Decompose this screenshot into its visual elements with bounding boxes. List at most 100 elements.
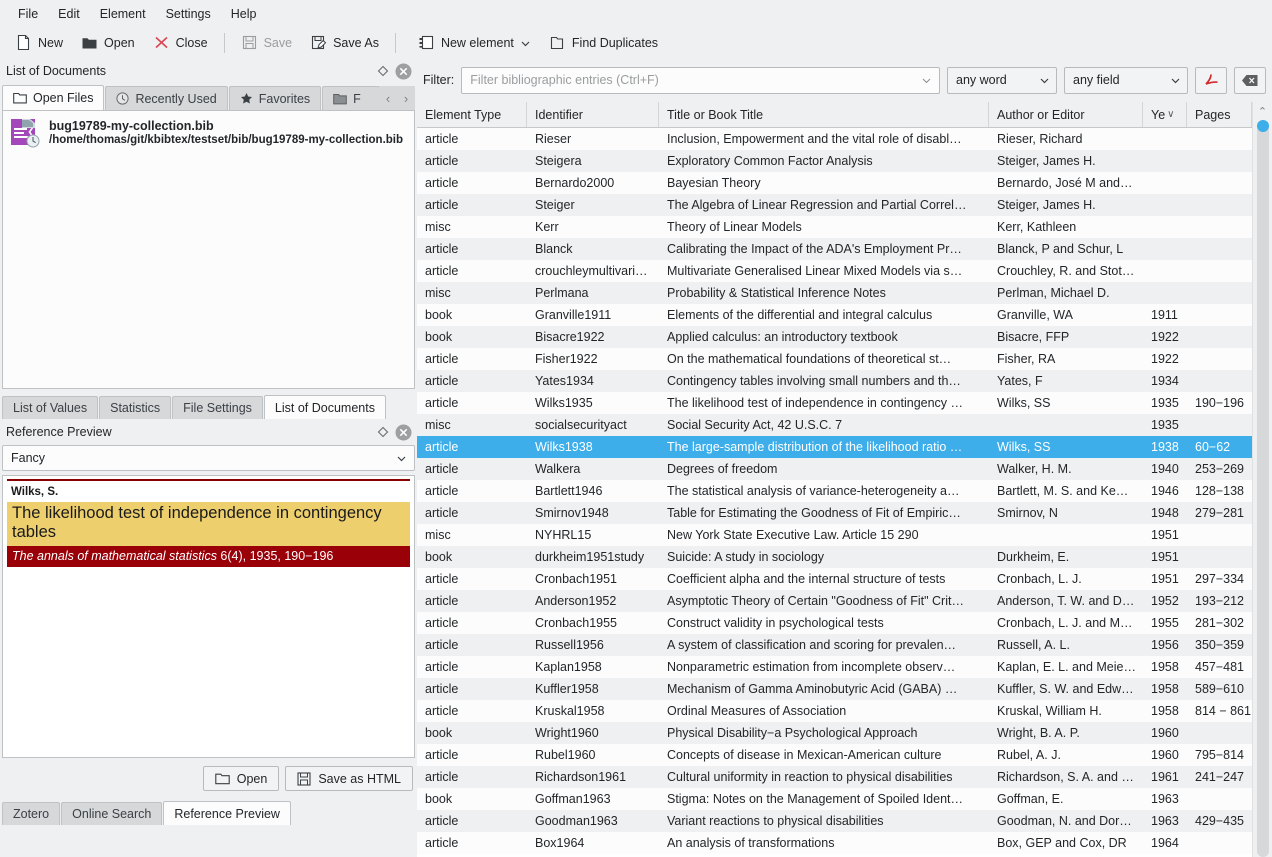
chevron-down-icon[interactable] [395,452,408,465]
list-item[interactable]: bug19789-my-collection.bib /home/thomas/… [3,111,414,154]
search-input[interactable]: Filter bibliographic entries (Ctrl+F) [461,66,940,94]
table-row[interactable]: misc Kerr Theory of Linear Models Kerr, Kat… [417,216,1272,238]
open-button[interactable]: Open [72,31,144,54]
tab-file-settings[interactable]: File Settings [172,396,263,419]
new-element-button[interactable]: New element [409,31,540,54]
table-vertical-scrollbar[interactable]: ⌃ [1252,102,1272,857]
filter-word-mode-select[interactable]: any word [947,66,1057,94]
table-row[interactable]: book Wright1960 Physical Disability−a Psyc… [417,722,1272,744]
tab-recently-used[interactable]: Recently Used [105,86,228,110]
column-header-author[interactable]: Author or Editor [989,102,1143,127]
tab-statistics[interactable]: Statistics [99,396,172,419]
float-diamond-icon[interactable] [373,61,393,81]
menu-edit[interactable]: Edit [48,4,90,24]
float-diamond-icon[interactable] [373,422,393,442]
preview-open-button[interactable]: Open [202,766,280,791]
chevron-down-icon[interactable] [1038,74,1051,87]
table-row[interactable]: article Richardson1961 Cultural uniformity… [417,766,1272,788]
tab-reference-preview[interactable]: Reference Preview [163,801,291,825]
cell-c2: Table for Estimating the Goodness of Fit… [667,506,961,520]
column-header-identifier[interactable]: Identifier [527,102,659,127]
table-row[interactable]: article Cronbach1955 Construct validity in… [417,612,1272,634]
documents-dock-title: List of Documents [6,64,107,78]
table-row[interactable]: article Wilks1935 The likelihood test of i… [417,392,1272,414]
table-row[interactable]: book Goffman1963 Stigma: Notes on the Mana… [417,788,1272,810]
find-duplicates-button[interactable]: Find Duplicates [540,31,667,54]
table-row[interactable]: book durkheim1951study Suicide: A study in… [417,546,1272,568]
chevron-down-icon[interactable] [1169,74,1182,87]
tab-list-of-values[interactable]: List of Values [2,396,99,419]
table-row[interactable]: article crouchleymultivari… Multivariate G… [417,260,1272,282]
chevron-down-icon[interactable] [520,34,531,51]
cell-c0: book [425,550,453,564]
scroll-up-icon[interactable]: ⌃ [1253,102,1272,120]
menu-help[interactable]: Help [221,4,267,24]
table-row[interactable]: article Cronbach1951 Coefficient alpha and… [417,568,1272,590]
cell-c5 [1187,238,1252,260]
table-row[interactable]: article Rieser Inclusion, Empowerment and … [417,128,1272,150]
table-row[interactable]: article Box1964 An analysis of transformat… [417,832,1272,854]
table-row[interactable]: book Granville1911 Elements of the differe… [417,304,1272,326]
preview-save-html-button[interactable]: Save as HTML [285,766,413,791]
tab-scroll-right-button[interactable]: › [404,92,408,105]
table-row[interactable]: article Wilks1938 The large-sample distrib… [417,436,1272,458]
save-button[interactable]: Save [232,31,302,54]
table-row[interactable]: article Goodman1963 Variant reactions to p… [417,810,1272,832]
table-row[interactable]: book Bisacre1922 Applied calculus: an intr… [417,326,1272,348]
table-row[interactable]: article Bartlett1946 The statistical analy… [417,480,1272,502]
table-row[interactable]: misc Perlmana Probability & Statistical In… [417,282,1272,304]
pdf-filter-button[interactable] [1195,66,1227,94]
tab-online-search[interactable]: Online Search [61,802,163,825]
cell-c2: Applied calculus: an introductory textbo… [667,330,898,344]
table-row[interactable]: article Yates1934 Contingency tables invol… [417,370,1272,392]
close-x-icon [153,34,170,51]
scrollbar-track[interactable] [1257,120,1269,857]
cell-c1: crouchleymultivari… [535,264,648,278]
new-button[interactable]: New [6,31,72,54]
tab-filtered[interactable]: F [322,86,380,110]
column-header-title[interactable]: Title or Book Title [659,102,989,127]
column-header-year[interactable]: Ye ∨ [1143,102,1187,127]
open-files-list[interactable]: bug19789-my-collection.bib /home/thomas/… [2,110,415,389]
tab-list-of-documents[interactable]: List of Documents [263,395,386,419]
column-header-pages[interactable]: Pages [1187,102,1252,127]
table-row[interactable]: misc socialsecurityact Social Security Act… [417,414,1272,436]
table-row[interactable]: article Walkera Degrees of freedom Walker, … [417,458,1272,480]
table-row[interactable]: article Steiger The Algebra of Linear Regr… [417,194,1272,216]
table-row[interactable]: article Kuffler1958 Mechanism of Gamma Ami… [417,678,1272,700]
menu-settings[interactable]: Settings [156,4,221,24]
table-row[interactable]: article Kaplan1958 Nonparametric estimatio… [417,656,1272,678]
menu-element[interactable]: Element [90,4,156,24]
table-row[interactable]: article Bernardo2000 Bayesian Theory Bernar… [417,172,1272,194]
tab-open-files[interactable]: Open Files [2,85,105,110]
column-header-element-type[interactable]: Element Type [417,102,527,127]
chevron-down-icon[interactable] [920,74,933,87]
table-row[interactable]: article Kruskal1958 Ordinal Measures of As… [417,700,1272,722]
tab-zotero[interactable]: Zotero [2,802,61,825]
cell-c5: 241−247 [1195,770,1245,784]
close-circle-icon[interactable] [393,61,413,81]
scrollbar-handle[interactable] [1257,120,1269,132]
filter-label: Filter: [423,73,455,87]
table-row[interactable]: article Blanck Calibrating the Impact of t… [417,238,1272,260]
preview-style-select[interactable]: Fancy [2,445,415,471]
table-row[interactable]: misc NYHRL15 New York State Executive Law.… [417,524,1272,546]
cell-c1: Kruskal1958 [535,704,605,718]
table-body[interactable]: article Rieser Inclusion, Empowerment and … [417,128,1272,857]
table-row[interactable]: article Fisher1922 On the mathematical fou… [417,348,1272,370]
table-row[interactable]: article Rubel1960 Concepts of disease in M… [417,744,1272,766]
tab-favorites[interactable]: Favorites [228,86,322,110]
close-circle-icon[interactable] [393,422,413,442]
tab-scroll-left-button[interactable]: ‹ [386,92,390,105]
close-button[interactable]: Close [144,31,217,54]
table-row[interactable]: article Smirnov1948 Table for Estimating t… [417,502,1272,524]
table-row[interactable]: article Steigera Exploratory Common Factor… [417,150,1272,172]
cell-c4: 1935 [1151,396,1179,410]
table-row[interactable]: article Anderson1952 Asymptotic Theory of … [417,590,1272,612]
clear-filter-button[interactable] [1234,66,1266,94]
table-row[interactable]: article Russell1956 A system of classifica… [417,634,1272,656]
save-as-button[interactable]: Save As [301,31,388,54]
filter-field-mode-select[interactable]: any field [1064,66,1188,94]
cell-c2: Theory of Linear Models [667,220,802,234]
menu-file[interactable]: File [8,4,48,24]
